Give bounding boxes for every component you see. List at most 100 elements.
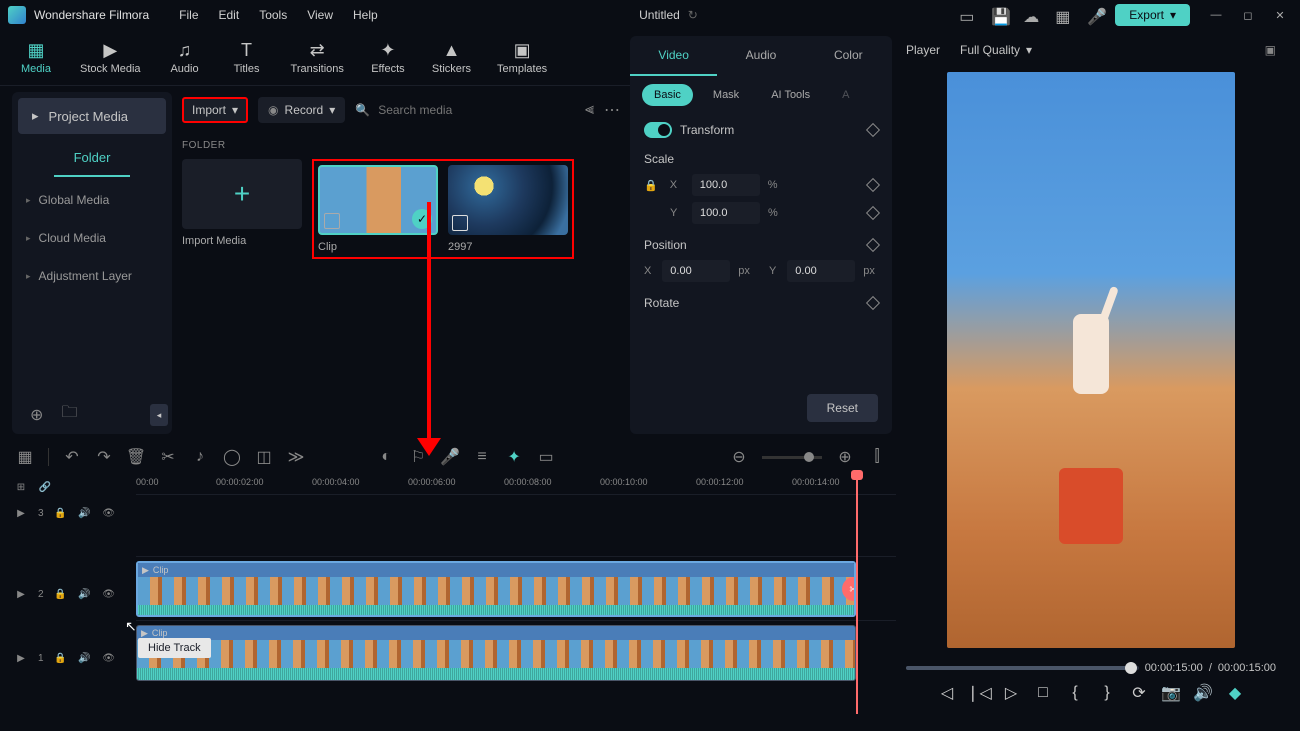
timeline-clip-1[interactable]: ▶Clip bbox=[136, 625, 856, 681]
voice-icon[interactable]: 🎤 bbox=[441, 448, 459, 466]
stop-button[interactable]: □ bbox=[1034, 684, 1052, 702]
transform-toggle[interactable] bbox=[644, 122, 672, 138]
record-button[interactable]: ◉Record▾ bbox=[258, 97, 345, 123]
rotate-keyframe[interactable] bbox=[866, 296, 880, 310]
maximize-button[interactable]: ◻ bbox=[1236, 3, 1260, 27]
more-tools-icon[interactable]: ≫ bbox=[287, 448, 305, 466]
cut-icon[interactable]: ✂ bbox=[159, 448, 177, 466]
menu-file[interactable]: File bbox=[179, 8, 198, 22]
scrubber-handle[interactable] bbox=[1125, 662, 1137, 674]
subtab-a[interactable]: A bbox=[830, 84, 861, 106]
hide-track-icon[interactable]: 👁 bbox=[102, 587, 116, 601]
minimize-button[interactable]: — bbox=[1204, 3, 1228, 27]
mute-track-icon[interactable]: 🔊 bbox=[78, 651, 92, 665]
tab-titles[interactable]: TTitles bbox=[223, 36, 271, 79]
media-clip-2[interactable]: 2997 bbox=[448, 165, 568, 253]
mic-icon[interactable]: 🎤 bbox=[1087, 7, 1103, 23]
save-icon[interactable]: 💾 bbox=[991, 7, 1007, 23]
music-icon[interactable]: ♪ bbox=[191, 448, 209, 466]
filter-icon[interactable]: ⫷ bbox=[585, 101, 594, 119]
position-keyframe[interactable] bbox=[866, 238, 880, 252]
tab-audio[interactable]: ♫Audio bbox=[161, 36, 209, 79]
import-button[interactable]: Import▾ bbox=[182, 97, 248, 123]
transform-keyframe[interactable] bbox=[866, 123, 880, 137]
zoom-slider[interactable] bbox=[762, 456, 822, 459]
pos-y-input[interactable] bbox=[787, 260, 855, 282]
menu-edit[interactable]: Edit bbox=[219, 8, 240, 22]
mark-out-button[interactable]: } bbox=[1098, 684, 1116, 702]
link-icon[interactable]: 🔗 bbox=[38, 480, 52, 494]
media-clip-1[interactable]: ✓ Clip bbox=[318, 165, 438, 253]
delete-icon[interactable]: 🗑 bbox=[127, 448, 145, 466]
audio-mix-icon[interactable]: ≡ bbox=[473, 448, 491, 466]
sidebar-cloud-media[interactable]: ▸Cloud Media bbox=[12, 219, 172, 257]
sidebar-global-media[interactable]: ▸Global Media bbox=[12, 181, 172, 219]
subtab-mask[interactable]: Mask bbox=[701, 84, 751, 106]
search-input[interactable] bbox=[378, 103, 575, 117]
zoom-in-icon[interactable]: ⊕ bbox=[836, 448, 854, 466]
scale-x-input[interactable] bbox=[692, 174, 760, 196]
step-back-button[interactable]: ❘◁ bbox=[970, 684, 988, 702]
mark-in-button[interactable]: { bbox=[1066, 684, 1084, 702]
redo-icon[interactable]: ↷ bbox=[95, 448, 113, 466]
prev-frame-button[interactable]: ◁ bbox=[938, 684, 956, 702]
reset-button[interactable]: Reset bbox=[807, 394, 878, 422]
mute-track-icon[interactable]: 🔊 bbox=[78, 587, 92, 601]
add-folder-icon[interactable]: ⊕ bbox=[30, 405, 43, 425]
scale-y-input[interactable] bbox=[692, 202, 760, 224]
monitor-icon[interactable]: ▭ bbox=[959, 7, 975, 23]
sidebar-adjustment-layer[interactable]: ▸Adjustment Layer bbox=[12, 257, 172, 295]
add-track-icon[interactable]: ⊞ bbox=[14, 480, 28, 494]
tab-stickers[interactable]: ▲Stickers bbox=[426, 36, 477, 79]
props-tab-color[interactable]: Color bbox=[805, 36, 892, 76]
preview-viewport[interactable] bbox=[947, 72, 1235, 648]
track-1-lane[interactable]: ▶Clip bbox=[136, 620, 896, 684]
snapshot-icon[interactable]: ▣ bbox=[1265, 43, 1276, 57]
mute-track-icon[interactable]: 🔊 bbox=[78, 506, 92, 520]
menu-view[interactable]: View bbox=[307, 8, 333, 22]
collapse-sidebar-button[interactable]: ◂ bbox=[150, 404, 168, 426]
props-tab-audio[interactable]: Audio bbox=[717, 36, 804, 76]
tab-transitions[interactable]: ⇄Transitions bbox=[285, 36, 350, 79]
menu-tools[interactable]: Tools bbox=[259, 8, 287, 22]
ai-tool-icon[interactable]: ✦ bbox=[505, 448, 523, 466]
crop-icon[interactable]: ◫ bbox=[255, 448, 273, 466]
undo-icon[interactable]: ↶ bbox=[63, 448, 81, 466]
subtab-basic[interactable]: Basic bbox=[642, 84, 693, 106]
mask-icon[interactable]: ◯ bbox=[223, 448, 241, 466]
close-button[interactable]: ✕ bbox=[1268, 3, 1292, 27]
lock-track-icon[interactable]: 🔒 bbox=[54, 506, 68, 520]
tab-templates[interactable]: ▣Templates bbox=[491, 36, 553, 79]
marker-icon[interactable]: ⚐ bbox=[409, 448, 427, 466]
tab-effects[interactable]: ✦Effects bbox=[364, 36, 412, 79]
lock-track-icon[interactable]: 🔒 bbox=[54, 587, 68, 601]
layout-icon[interactable]: ▦ bbox=[16, 448, 34, 466]
history-icon[interactable]: ↻ bbox=[688, 8, 698, 22]
more-icon[interactable]: ⋯ bbox=[604, 100, 620, 120]
scale-x-keyframe[interactable] bbox=[866, 178, 880, 192]
zoom-out-icon[interactable]: ⊖ bbox=[730, 448, 748, 466]
player-scrubber[interactable] bbox=[906, 666, 1139, 670]
timeline-ruler[interactable]: 00:00 00:00:02:00 00:00:04:00 00:00:06:0… bbox=[136, 474, 896, 494]
track-2-lane[interactable]: ▶Clip ✂ bbox=[136, 556, 896, 620]
play-button[interactable]: ▷ bbox=[1002, 684, 1020, 702]
cloud-icon[interactable]: ☁ bbox=[1023, 7, 1039, 23]
timeline-clip-2[interactable]: ▶Clip ✂ bbox=[136, 561, 856, 617]
track-3-lane[interactable] bbox=[136, 494, 896, 520]
project-media-button[interactable]: ▸ Project Media bbox=[18, 98, 166, 134]
hide-track-icon[interactable]: 👁 bbox=[102, 506, 116, 520]
folder-icon[interactable]: 🗀 bbox=[61, 401, 77, 428]
lock-track-icon[interactable]: 🔒 bbox=[54, 651, 68, 665]
export-button[interactable]: Export ▾ bbox=[1115, 4, 1190, 26]
grid-icon[interactable]: ▦ bbox=[1055, 7, 1071, 23]
tab-media[interactable]: ▦Media bbox=[12, 36, 60, 79]
quality-dropdown[interactable]: Full Quality▾ bbox=[960, 43, 1032, 57]
settings-button[interactable]: ◆ bbox=[1226, 684, 1244, 702]
props-tab-video[interactable]: Video bbox=[630, 36, 717, 76]
speed-icon[interactable]: ◐ bbox=[377, 448, 395, 466]
camera-button[interactable]: 📷 bbox=[1162, 684, 1180, 702]
volume-button[interactable]: 🔊 bbox=[1194, 684, 1212, 702]
import-media-tile[interactable]: + Import Media bbox=[182, 159, 302, 259]
pos-x-input[interactable] bbox=[662, 260, 730, 282]
tab-stock-media[interactable]: ▶Stock Media bbox=[74, 36, 147, 79]
